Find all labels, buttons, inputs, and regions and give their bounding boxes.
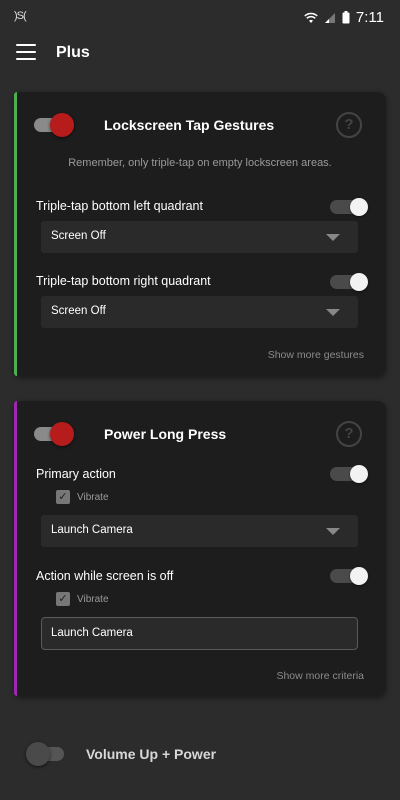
status-icons: 7:11 <box>304 9 384 26</box>
status-bar: )S( 7:11 <box>0 0 400 36</box>
row-label: Triple-tap bottom right quadrant <box>36 274 211 288</box>
row-label: Triple-tap bottom left quadrant <box>36 199 203 213</box>
bottom-left-quadrant-switch[interactable] <box>330 198 368 216</box>
screen-off-action-switch[interactable] <box>330 567 368 585</box>
power-long-press-master-toggle[interactable] <box>34 422 74 446</box>
page-title: Plus <box>56 44 90 61</box>
bottom-left-action-dropdown[interactable]: Screen Off <box>41 221 358 253</box>
card-header: Power Long Press <box>34 421 226 447</box>
input-value: Launch Camera <box>51 627 133 639</box>
dropdown-value: Launch Camera <box>51 524 133 536</box>
primary-vibrate-checkbox[interactable]: ✓ Vibrate <box>56 489 109 505</box>
screen-off-vibrate-checkbox[interactable]: ✓ Vibrate <box>56 591 109 607</box>
card-accent-bar <box>14 92 17 376</box>
signal-icon <box>324 12 335 23</box>
status-time: 7:11 <box>355 9 384 26</box>
power-long-press-card: Power Long Press ? Primary action ✓ Vibr… <box>14 401 386 696</box>
checkbox-label: Vibrate <box>77 491 109 503</box>
help-icon[interactable]: ? <box>336 421 362 447</box>
hamburger-menu-icon[interactable] <box>16 44 36 60</box>
dropdown-arrow-icon <box>326 309 340 316</box>
wifi-icon <box>304 12 318 23</box>
lockscreen-gestures-master-toggle[interactable] <box>34 113 74 137</box>
checkbox-label: Vibrate <box>77 593 109 605</box>
help-icon[interactable]: ? <box>336 112 362 138</box>
card-header: Lockscreen Tap Gestures <box>34 112 274 138</box>
screen-off-action-input[interactable]: Launch Camera <box>41 617 358 650</box>
dropdown-arrow-icon <box>326 234 340 241</box>
card-title: Lockscreen Tap Gestures <box>104 117 275 133</box>
checkbox-checked-icon: ✓ <box>56 592 70 606</box>
checkbox-checked-icon: ✓ <box>56 490 70 504</box>
dropdown-arrow-icon <box>326 528 340 535</box>
volume-up-power-toggle[interactable] <box>26 742 68 766</box>
show-more-gestures-link[interactable]: Show more gestures <box>268 349 364 361</box>
volume-up-power-item: Volume Up + Power <box>26 742 217 766</box>
status-notification-icon: )S( <box>14 10 27 22</box>
bottom-right-quadrant-switch[interactable] <box>330 273 368 291</box>
bottom-right-action-dropdown[interactable]: Screen Off <box>41 296 358 328</box>
card-accent-bar <box>14 401 17 696</box>
row-label: Primary action <box>36 467 116 481</box>
dropdown-value: Screen Off <box>51 230 106 242</box>
card-title: Power Long Press <box>104 426 227 442</box>
lockscreen-tap-gestures-card: Lockscreen Tap Gestures ? Remember, only… <box>14 92 386 376</box>
primary-action-switch[interactable] <box>330 465 368 483</box>
row-label: Action while screen is off <box>36 569 174 583</box>
dropdown-value: Screen Off <box>51 305 106 317</box>
app-bar: Plus <box>0 36 400 72</box>
battery-icon <box>342 11 350 24</box>
primary-action-dropdown[interactable]: Launch Camera <box>41 515 358 547</box>
card-hint: Remember, only triple-tap on empty locks… <box>68 157 332 169</box>
item-title: Volume Up + Power <box>86 746 217 762</box>
show-more-criteria-link[interactable]: Show more criteria <box>276 670 364 682</box>
